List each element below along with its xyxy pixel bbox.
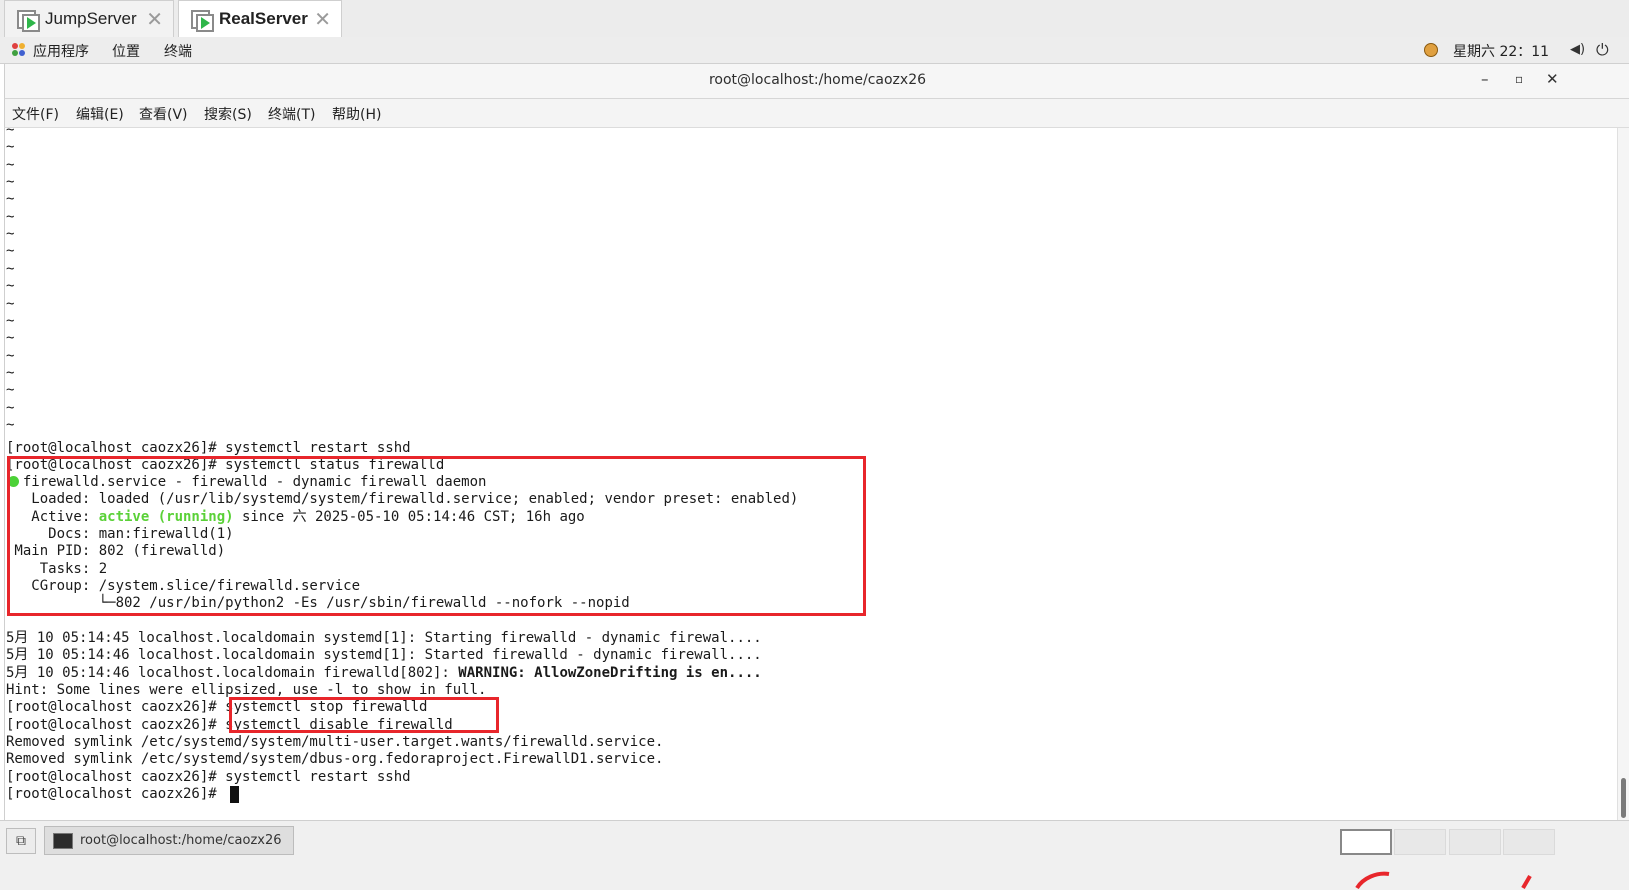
applications-icon [12, 43, 26, 57]
tilde-line: ~ [6, 260, 15, 277]
tilde-line: ~ [6, 191, 15, 208]
taskbar-window-button[interactable]: root@localhost:/home/caozx26 [44, 826, 294, 855]
tilde-line: ~ [6, 416, 15, 433]
log-prefix: 5月 10 05:14:46 localhost.localdomain fir… [6, 665, 459, 681]
menu-terminal[interactable]: 终端(T) [268, 104, 315, 124]
clock[interactable]: 星期六 22：11 [1453, 41, 1549, 61]
terminal-line-warning: 5月 10 05:14:46 localhost.localdomain fir… [6, 665, 762, 682]
terminal-line: 5月 10 05:14:45 localhost.localdomain sys… [6, 630, 762, 646]
text-cursor [230, 786, 239, 803]
tilde-line: ~ [6, 139, 15, 156]
terminal-icon [53, 832, 73, 849]
menu-view[interactable]: 查看(V) [139, 104, 188, 124]
terminal-output[interactable]: ~ ~ ~ ~ ~ ~ ~ ~ ~ ~ ~ ~ ~ ~ ~ ~ ~ ~ [root@localhost caozx… [4, 128, 1617, 820]
terminal-line: [root@localhost caozx26]# systemctl rest… [6, 440, 411, 456]
terminal-line: Removed symlink /etc/systemd/system/dbus… [6, 751, 664, 767]
browser-tab-bar: JumpServer ✕ RealServer ✕ [0, 0, 1629, 38]
input-method-icon[interactable] [1424, 43, 1438, 57]
tilde-line: ~ [6, 174, 15, 191]
terminal-line: Removed symlink /etc/systemd/system/mult… [6, 734, 664, 750]
tilde-line: ~ [6, 295, 15, 312]
places-menu[interactable]: 位置 [112, 41, 140, 61]
tilde-line: ~ [6, 278, 15, 295]
tilde-line: ~ [6, 364, 15, 381]
tilde-line: ~ [6, 208, 15, 225]
terminal-menubar: 文件(F) 编辑(E) 查看(V) 搜索(S) 终端(T) 帮助(H) [4, 99, 1629, 128]
tilde-line: ~ [6, 312, 15, 329]
highlight-box-status [7, 456, 866, 616]
menu-search[interactable]: 搜索(S) [204, 104, 252, 124]
terminal-app-menu[interactable]: 终端 [164, 41, 192, 61]
warning-text: WARNING: AllowZoneDrifting is en.... [458, 665, 762, 681]
menu-file[interactable]: 文件(F) [12, 104, 59, 124]
terminal-prompt: [root@localhost caozx26]# [6, 786, 226, 802]
close-icon[interactable]: ✕ [146, 7, 163, 31]
top-panel: 应用程序 位置 终端 星期六 22：11 ◀) ⏻ [0, 37, 1629, 64]
scrollbar-thumb[interactable] [1621, 778, 1626, 818]
bottom-taskbar: ⧉ root@localhost:/home/caozx26 [0, 820, 1629, 890]
tilde-line: ~ [6, 226, 15, 243]
highlight-box-commands [229, 697, 499, 733]
minimize-icon[interactable]: – [1481, 70, 1489, 88]
close-window-icon[interactable]: ✕ [1546, 70, 1559, 88]
volume-icon[interactable]: ◀) [1570, 42, 1585, 57]
annotation-scribble [1355, 871, 1532, 890]
power-icon[interactable]: ⏻ [1596, 40, 1609, 60]
tilde-line: ~ [6, 347, 15, 364]
remote-session-icon [191, 8, 214, 32]
tilde-line: ~ [6, 156, 15, 173]
tab-jumpserver[interactable]: JumpServer ✕ [4, 0, 174, 37]
remote-session-icon [17, 8, 40, 32]
menu-help[interactable]: 帮助(H) [332, 104, 381, 124]
terminal-scrollbar[interactable] [1617, 128, 1629, 820]
tab-label: RealServer [219, 9, 308, 28]
window-titlebar: root@localhost:/home/caozx26 – ▫ ✕ [4, 64, 1629, 99]
tilde-line: ~ [6, 382, 15, 399]
terminal-line: 5月 10 05:14:46 localhost.localdomain sys… [6, 647, 762, 663]
tilde-line: ~ [6, 243, 15, 260]
maximize-icon[interactable]: ▫ [1515, 72, 1523, 86]
tilde-line: ~ [6, 330, 15, 347]
show-desktop-icon[interactable]: ⧉ [6, 828, 36, 854]
applications-menu[interactable]: 应用程序 [33, 41, 89, 61]
menu-edit[interactable]: 编辑(E) [76, 104, 124, 124]
taskbar-window-label: root@localhost:/home/caozx26 [80, 833, 282, 848]
tilde-line: ~ [6, 128, 15, 138]
terminal-line: [root@localhost caozx26]# systemctl rest… [6, 769, 411, 785]
close-icon[interactable]: ✕ [314, 7, 331, 31]
tab-label: JumpServer [45, 9, 137, 28]
tab-realserver[interactable]: RealServer ✕ [178, 0, 342, 37]
tilde-line: ~ [6, 399, 15, 416]
window-title: root@localhost:/home/caozx26 [708, 72, 927, 88]
